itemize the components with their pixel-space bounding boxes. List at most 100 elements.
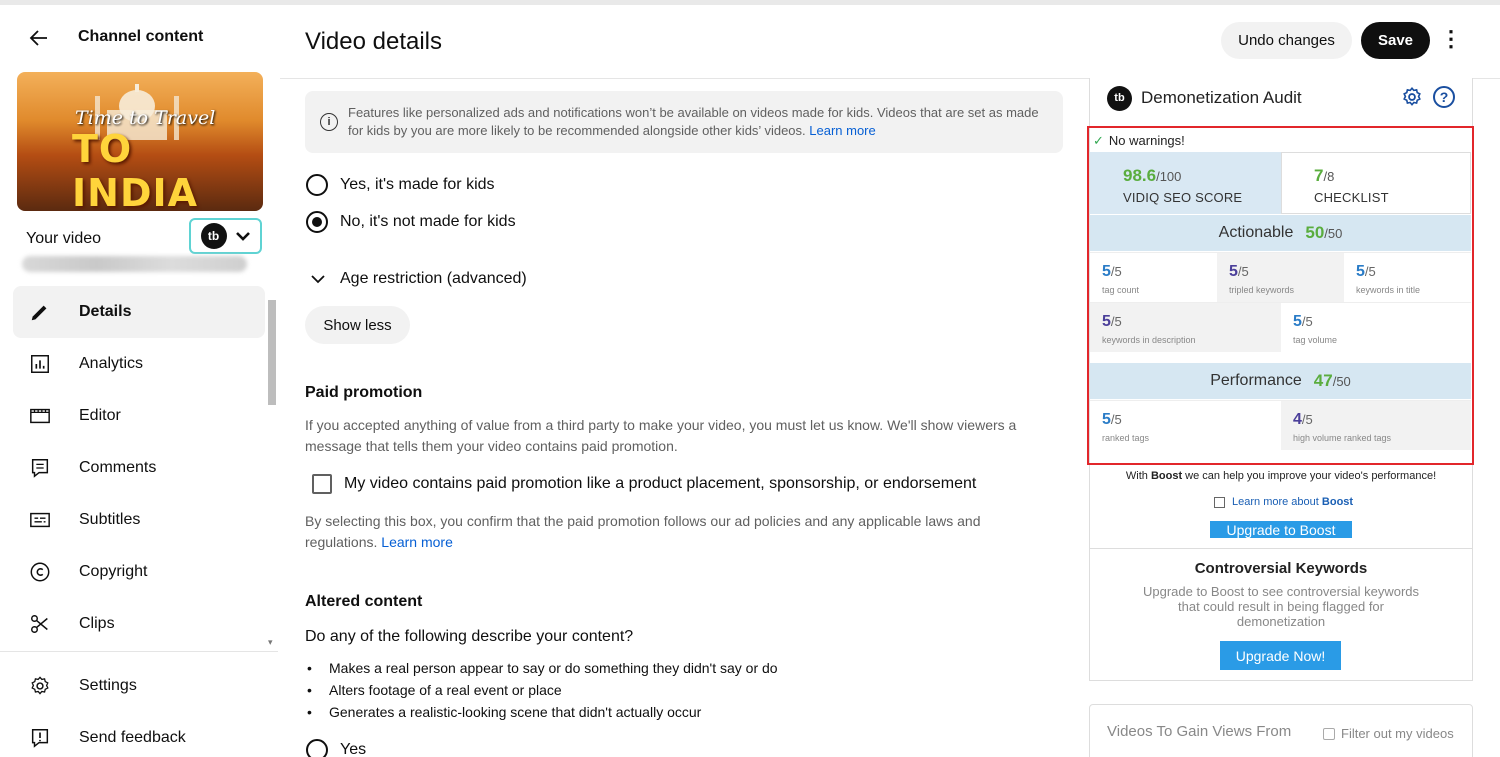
videos-to-gain-views-title: Videos To Gain Views From <box>1107 723 1292 740</box>
learn-boost-text: Learn more about <box>1232 496 1319 508</box>
demonetization-audit-title: Demonetization Audit <box>1141 88 1302 107</box>
altered-content-list: Makes a real person appear to say or do … <box>305 657 778 723</box>
scissors-icon <box>27 611 53 637</box>
sidebar-item-label: Clips <box>79 615 115 632</box>
save-button[interactable]: Save <box>1361 22 1430 59</box>
checkbox-label: My video contains paid promotion like a … <box>344 475 977 492</box>
list-item: Alters footage of a real event or place <box>305 679 778 701</box>
comments-icon <box>27 455 53 481</box>
radio-button[interactable] <box>306 739 328 757</box>
copyright-icon <box>27 559 53 585</box>
video-library-icon <box>1214 496 1225 508</box>
your-video-label: Your video <box>26 230 102 247</box>
filter-label: Filter out my videos <box>1341 726 1454 741</box>
thumbnail-text-line1: Time to Travel <box>75 107 216 129</box>
sidebar-item-copyright[interactable]: Copyright <box>13 546 265 598</box>
age-restriction-label: Age restriction (advanced) <box>340 270 527 287</box>
thumbnail-text-line2: TO INDIA <box>72 127 199 211</box>
upgrade-to-boost-button[interactable]: Upgrade to Boost <box>1210 521 1352 538</box>
sidebar-item-subtitles[interactable]: Subtitles <box>13 494 265 546</box>
filter-checkbox[interactable] <box>1323 727 1335 740</box>
sidebar-item-editor[interactable]: Editor <box>13 390 265 442</box>
altered-content-yes-option[interactable]: Yes <box>306 739 366 757</box>
upgrade-now-button[interactable]: Upgrade Now! <box>1220 641 1341 670</box>
video-thumbnail[interactable]: Time to Travel TO INDIA <box>17 72 263 211</box>
video-title-redacted <box>22 256 247 272</box>
controversial-keywords-title: Controversial Keywords <box>1194 560 1368 577</box>
altered-content-question: Do any of the following describe your co… <box>305 628 634 645</box>
sidebar-item-label: Analytics <box>79 355 144 372</box>
learn-more-link[interactable]: Learn more <box>809 123 875 138</box>
sidebar-item-details[interactable]: Details <box>13 286 265 338</box>
highlight-annotation-box <box>1087 126 1474 465</box>
learn-more-link[interactable]: Learn more <box>381 534 453 550</box>
filter-out-my-videos-option[interactable]: Filter out my videos <box>1323 726 1454 741</box>
radio-button[interactable] <box>306 174 328 196</box>
sidebar-divider <box>0 651 278 652</box>
radio-label: Yes <box>340 741 367 757</box>
back-button[interactable] <box>26 25 52 51</box>
altered-content-title: Altered content <box>305 593 423 610</box>
channel-content-title: Channel content <box>78 28 204 45</box>
info-icon: i <box>320 113 338 131</box>
tubebuddy-dropdown[interactable]: tb <box>189 218 262 254</box>
sidebar-scrollbar[interactable] <box>268 300 276 405</box>
sidebar-item-label: Subtitles <box>79 511 141 528</box>
paid-promotion-note: By selecting this box, you confirm that … <box>305 511 1025 553</box>
feedback-icon <box>27 725 53 751</box>
radio-label: No, it's not made for kids <box>340 213 516 230</box>
undo-changes-button[interactable]: Undo changes <box>1221 22 1352 59</box>
sidebar-item-analytics[interactable]: Analytics <box>13 338 265 390</box>
sidebar-item-label: Comments <box>79 459 157 476</box>
panel-divider <box>1090 548 1472 549</box>
demonetization-audit-header: tb Demonetization Audit <box>1107 85 1302 111</box>
back-arrow-icon <box>29 30 47 46</box>
editor-icon <box>27 403 53 429</box>
made-for-kids-no-option[interactable]: No, it's not made for kids <box>306 211 516 233</box>
radio-label: Yes, it's made for kids <box>340 176 495 193</box>
sidebar-bottom-nav: Settings Send feedback <box>13 660 265 757</box>
sidebar-item-send-feedback[interactable]: Send feedback <box>13 712 265 757</box>
made-for-kids-yes-option[interactable]: Yes, it's made for kids <box>306 174 495 196</box>
paid-promotion-title: Paid promotion <box>305 384 423 401</box>
paid-promotion-checkbox-row[interactable]: My video contains paid promotion like a … <box>312 474 976 494</box>
tubebuddy-logo-icon: tb <box>1107 85 1132 111</box>
show-less-button[interactable]: Show less <box>305 306 410 344</box>
made-for-kids-info-box: i Features like personalized ads and not… <box>305 91 1063 153</box>
info-text-body: Features like personalized ads and notif… <box>348 105 1039 138</box>
paid-promotion-checkbox[interactable] <box>312 474 332 494</box>
gear-icon <box>27 673 53 699</box>
pencil-icon <box>27 299 53 325</box>
sidebar-item-comments[interactable]: Comments <box>13 442 265 494</box>
radio-button-selected[interactable] <box>306 211 328 233</box>
page-title: Video details <box>305 28 442 55</box>
boost-text-brand: Boost <box>1150 470 1183 482</box>
boost-text-post: we can help you improve your video's per… <box>1185 470 1437 482</box>
list-item: Makes a real person appear to say or do … <box>305 657 778 679</box>
sidebar-item-label: Editor <box>79 407 121 424</box>
sidebar-item-label: Send feedback <box>79 729 186 746</box>
paid-promotion-description: If you accepted anything of value from a… <box>305 417 1017 454</box>
boost-promo-text: With Boost we can help you improve your … <box>1090 470 1472 482</box>
sidebar-item-clips[interactable]: Clips <box>13 598 265 650</box>
more-options-icon[interactable]: ⋮ <box>1440 26 1462 54</box>
age-restriction-toggle[interactable]: Age restriction (advanced) <box>310 270 527 288</box>
learn-boost-brand: Boost <box>1321 496 1354 508</box>
chevron-down-icon <box>235 232 250 241</box>
scroll-down-arrow-icon[interactable]: ▾ <box>268 637 273 648</box>
gear-icon[interactable] <box>1401 86 1423 108</box>
sidebar-item-label: Details <box>79 303 132 320</box>
sidebar-nav: Details Analytics Editor Comments Subtit… <box>13 286 265 650</box>
sidebar-item-label: Copyright <box>79 563 148 580</box>
learn-more-about-boost-link[interactable]: Learn more about Boost <box>1214 496 1353 508</box>
tubebuddy-logo-icon: tb <box>200 223 227 249</box>
list-item: Generates a realistic-looking scene that… <box>305 701 778 723</box>
info-text: Features like personalized ads and notif… <box>348 104 1048 140</box>
subtitles-icon <box>27 507 53 533</box>
boost-text-pre: With <box>1125 470 1148 482</box>
analytics-icon <box>27 351 53 377</box>
sidebar-item-settings[interactable]: Settings <box>13 660 265 712</box>
controversial-keywords-text: Upgrade to Boost to see controversial ke… <box>1142 584 1420 629</box>
sidebar-item-label: Settings <box>79 677 137 694</box>
help-icon[interactable]: ? <box>1433 86 1455 108</box>
